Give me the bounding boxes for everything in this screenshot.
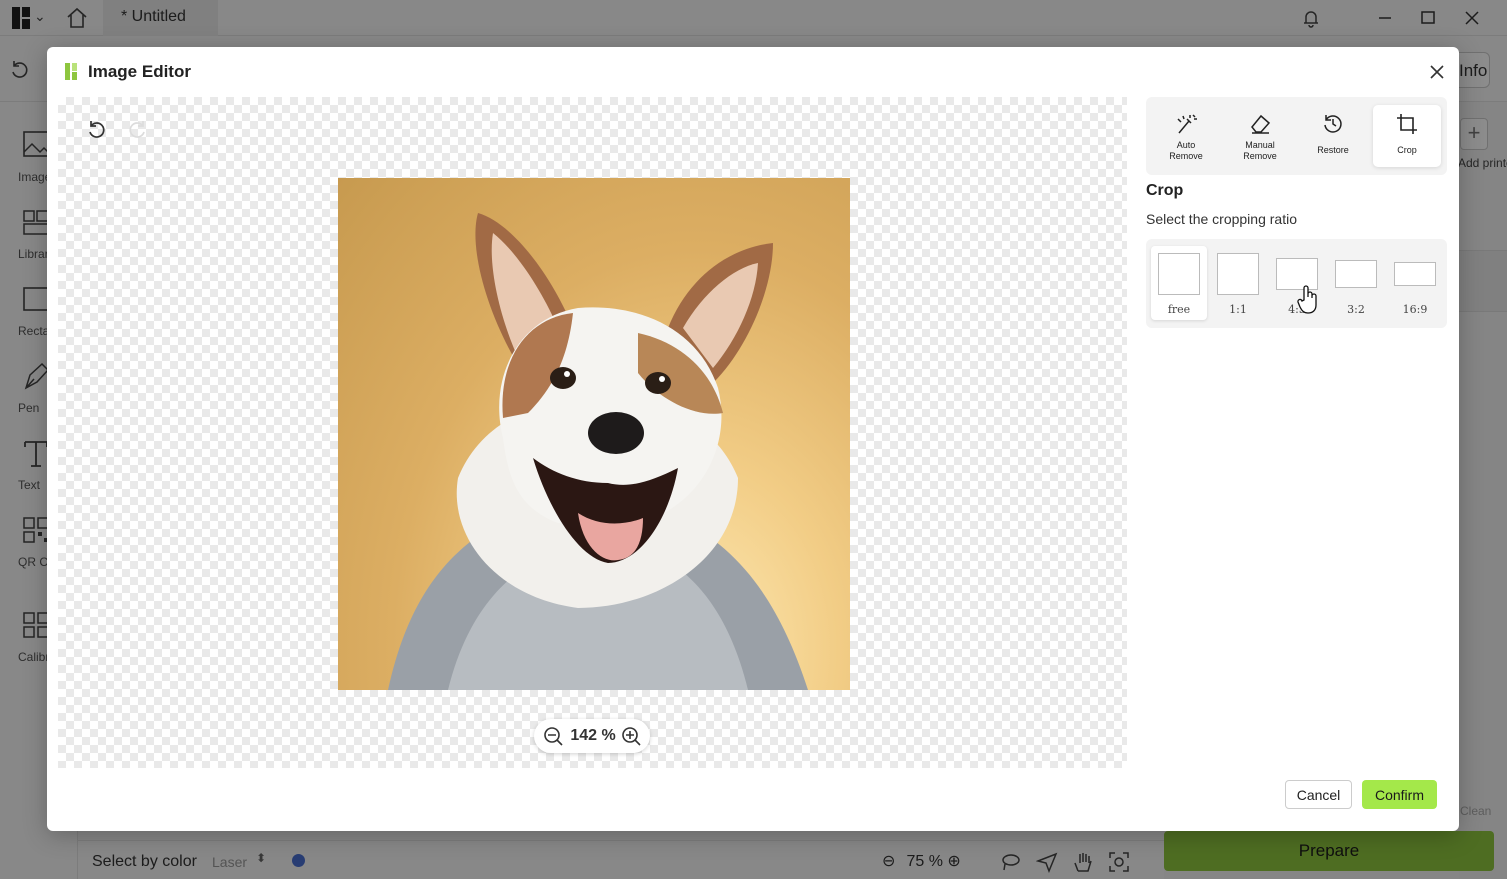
image-editor-dialog: Image Editor 142 % Auto Remove Manual Re… — [47, 47, 1459, 831]
dialog-title: Image Editor — [88, 62, 191, 81]
crop-icon — [1397, 114, 1417, 134]
zoom-out-icon[interactable] — [542, 725, 564, 747]
zoom-control: 142 % — [534, 719, 650, 753]
ratio-preview — [1158, 253, 1200, 295]
edit-canvas[interactable]: 142 % — [58, 97, 1127, 768]
ratio-3-2[interactable]: 3:2 — [1328, 246, 1384, 320]
editor-logo-icon — [65, 63, 77, 80]
ratio-label: 3:2 — [1347, 303, 1365, 316]
ratio-label: 1:1 — [1229, 303, 1247, 316]
ratio-label: 16:9 — [1402, 303, 1428, 316]
tool-restore[interactable]: Restore — [1299, 105, 1367, 167]
ratio-preview — [1335, 260, 1377, 288]
zoom-in-icon[interactable] — [620, 725, 642, 747]
tool-label: Crop — [1397, 145, 1417, 155]
tool-label: Manual Remove — [1243, 140, 1277, 161]
auto-remove-icon — [1177, 114, 1197, 134]
ratio-label: free — [1167, 303, 1191, 316]
zoom-value: 142 % — [570, 727, 616, 744]
close-icon[interactable] — [1427, 62, 1447, 82]
tool-label: Restore — [1317, 145, 1349, 155]
tool-auto-remove[interactable]: Auto Remove — [1152, 105, 1220, 167]
hand-cursor-icon — [1297, 285, 1317, 314]
restore-icon — [1324, 115, 1342, 133]
ratio-16-9[interactable]: 16:9 — [1387, 246, 1443, 320]
eraser-icon — [1251, 114, 1271, 134]
tool-crop[interactable]: Crop — [1373, 105, 1441, 167]
ratio-preview — [1394, 262, 1436, 286]
cancel-button[interactable]: Cancel — [1285, 780, 1352, 809]
confirm-button[interactable]: Confirm — [1362, 780, 1437, 809]
dog-photo[interactable] — [338, 178, 850, 690]
dog-illustration — [388, 213, 808, 690]
redo-icon[interactable] — [125, 118, 149, 142]
tool-strip: Auto Remove Manual Remove Restore Crop — [1146, 97, 1447, 175]
tool-manual-remove[interactable]: Manual Remove — [1226, 105, 1294, 167]
ratio-preview — [1217, 253, 1259, 295]
tool-label: Auto Remove — [1169, 140, 1203, 161]
crop-heading: Crop — [1146, 182, 1184, 199]
ratio-free[interactable]: free — [1151, 246, 1207, 320]
ratio-1-1[interactable]: 1:1 — [1210, 246, 1266, 320]
crop-description: Select the cropping ratio — [1146, 211, 1297, 227]
undo-icon[interactable] — [85, 118, 109, 142]
